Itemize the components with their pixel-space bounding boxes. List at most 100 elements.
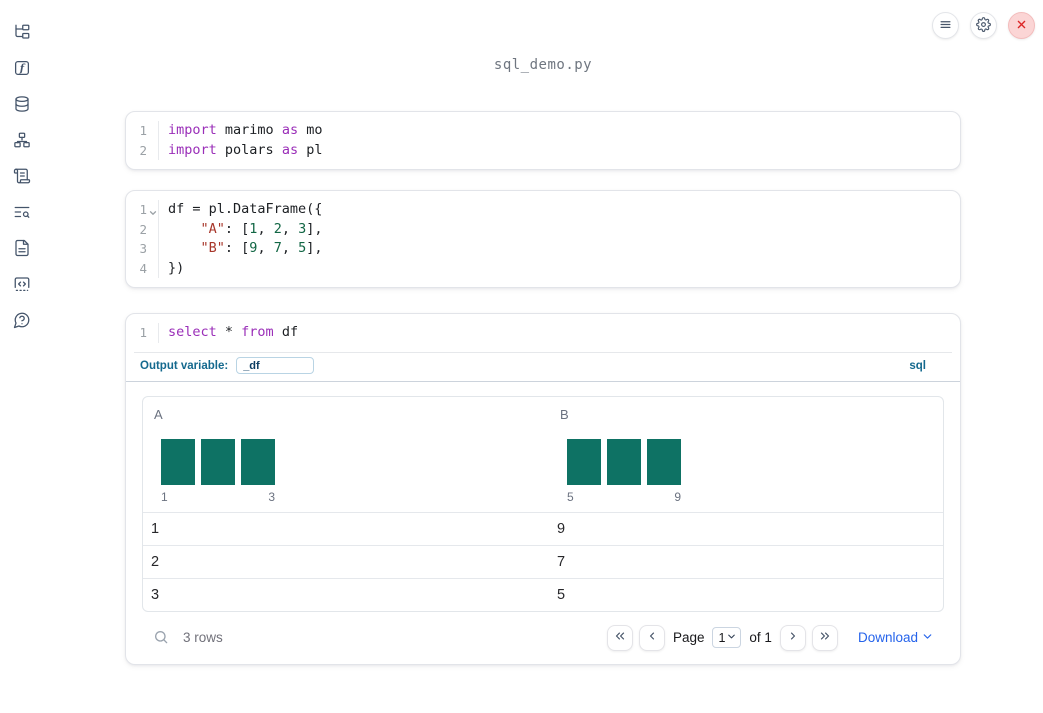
code-line: 2 "A": [1, 2, 3], bbox=[126, 219, 960, 239]
code-text: df = pl.DataFrame({ bbox=[168, 201, 323, 217]
row-count: 3 rows bbox=[183, 630, 223, 645]
code-text: }) bbox=[168, 259, 185, 276]
line-number: 1 bbox=[126, 323, 159, 343]
histogram-max-label: 3 bbox=[268, 489, 275, 504]
code-text: import polars as pl bbox=[168, 141, 323, 158]
svg-text:f: f bbox=[19, 63, 26, 74]
shutdown-button[interactable] bbox=[1008, 12, 1035, 39]
last-page-button[interactable] bbox=[811, 624, 838, 651]
table-footer: 3 rows Page 1 of 1 Download bbox=[142, 612, 944, 664]
code-editor-imports[interactable]: 1 import marimo as mo 2 import polars as pl bbox=[126, 112, 960, 169]
download-button[interactable]: Download bbox=[858, 630, 934, 646]
histogram-range-labels: 13 bbox=[161, 490, 275, 504]
text-search-icon bbox=[13, 203, 31, 224]
histogram-bar bbox=[647, 438, 681, 485]
code-editor-dataframe[interactable]: 1 df = pl.DataFrame({2 "A": [1, 2, 3], 3 "… bbox=[126, 191, 960, 287]
code-line: 1 df = pl.DataFrame({ bbox=[126, 200, 960, 220]
chevron-down-icon bbox=[921, 630, 934, 646]
line-number: 1 bbox=[126, 121, 159, 141]
variables-icon: f bbox=[13, 59, 31, 80]
previous-page-button[interactable] bbox=[638, 624, 665, 651]
output-variable-label: Output variable: bbox=[140, 359, 229, 372]
sidebar-dependencies-button[interactable] bbox=[12, 132, 32, 150]
chevrons-right-icon bbox=[818, 629, 832, 646]
documentation-icon bbox=[13, 239, 31, 260]
chevron-right-icon bbox=[786, 629, 800, 646]
histogram-bar bbox=[607, 438, 641, 485]
table-cell: 9 bbox=[557, 520, 566, 537]
pagination: Page 1 of 1 Download bbox=[606, 624, 934, 651]
histogram-bar bbox=[241, 438, 275, 485]
data-sources-icon bbox=[13, 95, 31, 116]
page-select[interactable]: 1 bbox=[712, 627, 742, 648]
line-number: 2 bbox=[126, 140, 159, 160]
chevrons-left-icon bbox=[613, 629, 627, 646]
gear-icon bbox=[976, 16, 991, 35]
settings-button[interactable] bbox=[970, 12, 997, 39]
sidebar-text-search-button[interactable] bbox=[12, 204, 32, 222]
table-row[interactable]: 27 bbox=[143, 544, 943, 578]
column-header-B[interactable]: B59 bbox=[549, 397, 943, 512]
table-body: 192735 bbox=[143, 511, 943, 611]
dataframe-table: A13B59 192735 bbox=[142, 395, 944, 612]
table-cell: 7 bbox=[557, 553, 566, 570]
histogram-bar bbox=[161, 438, 195, 485]
code-text: select * from df bbox=[168, 324, 299, 340]
sidebar-help-button[interactable] bbox=[12, 312, 32, 330]
table-row[interactable]: 19 bbox=[143, 511, 943, 545]
column-histogram bbox=[567, 438, 933, 485]
next-page-button[interactable] bbox=[779, 624, 806, 651]
fold-chevron-down-icon[interactable] bbox=[148, 204, 158, 215]
dependencies-icon bbox=[13, 131, 31, 152]
table-row[interactable]: 35 bbox=[143, 577, 943, 611]
table-cell: 1 bbox=[151, 520, 160, 537]
code-text: "A": [1, 2, 3], bbox=[200, 220, 323, 237]
left-panel-sidebar: f bbox=[0, 0, 44, 713]
page-of-label: of 1 bbox=[749, 630, 772, 645]
chevron-down-icon bbox=[726, 631, 737, 645]
histogram-bar bbox=[567, 438, 601, 485]
sql-output-area: A13B59 192735 3 rows Page 1 of 1 Downloa… bbox=[126, 382, 960, 664]
help-icon bbox=[13, 311, 31, 332]
histogram-range-labels: 59 bbox=[567, 490, 681, 504]
table-header: A13B59 bbox=[143, 397, 943, 512]
logs-icon bbox=[13, 167, 31, 188]
sidebar-file-explorer-button[interactable] bbox=[12, 24, 32, 42]
code-line: 1 select * from df bbox=[126, 323, 960, 343]
close-icon bbox=[1014, 17, 1029, 35]
language-badge: sql bbox=[909, 359, 926, 372]
code-text: import marimo as mo bbox=[168, 122, 323, 138]
page-select-value: 1 bbox=[718, 630, 726, 645]
sidebar-data-sources-button[interactable] bbox=[12, 95, 32, 116]
histogram-min-label: 1 bbox=[161, 489, 168, 504]
search-icon[interactable] bbox=[152, 629, 170, 647]
column-name: A bbox=[154, 406, 163, 422]
code-editor-sql[interactable]: 1 select * from df bbox=[126, 314, 960, 352]
chevron-left-icon bbox=[645, 629, 659, 646]
file-explorer-icon bbox=[13, 23, 31, 44]
table-cell: 3 bbox=[151, 586, 160, 603]
histogram-max-label: 9 bbox=[674, 489, 681, 504]
histogram-bar bbox=[201, 438, 235, 485]
code-line: 4}) bbox=[126, 258, 960, 278]
table-cell: 5 bbox=[557, 586, 566, 603]
histogram-min-label: 5 bbox=[567, 489, 574, 504]
column-header-A[interactable]: A13 bbox=[143, 397, 549, 512]
cell-imports: 1 import marimo as mo 2 import polars as pl bbox=[125, 111, 961, 170]
cell-dataframe: 1 df = pl.DataFrame({2 "A": [1, 2, 3], 3 "… bbox=[125, 190, 961, 288]
line-number: 1 bbox=[126, 200, 159, 220]
line-number: 3 bbox=[126, 239, 159, 259]
output-variable-input[interactable] bbox=[236, 357, 315, 374]
sql-output-variable-row: Output variable: sql bbox=[126, 353, 960, 381]
cell-sql: 1 select * from df Output variable: sql A… bbox=[125, 313, 961, 665]
first-page-button[interactable] bbox=[606, 624, 633, 651]
sidebar-logs-button[interactable] bbox=[12, 168, 32, 186]
line-number: 2 bbox=[126, 219, 159, 239]
code-text: "B": [9, 7, 5], bbox=[200, 240, 323, 256]
sidebar-snippets-button[interactable] bbox=[12, 276, 32, 294]
page-label: Page bbox=[672, 630, 705, 645]
sidebar-documentation-button[interactable] bbox=[12, 239, 32, 260]
column-name: B bbox=[560, 406, 569, 422]
sidebar-variables-button[interactable]: f bbox=[12, 60, 32, 78]
download-label: Download bbox=[857, 630, 918, 645]
